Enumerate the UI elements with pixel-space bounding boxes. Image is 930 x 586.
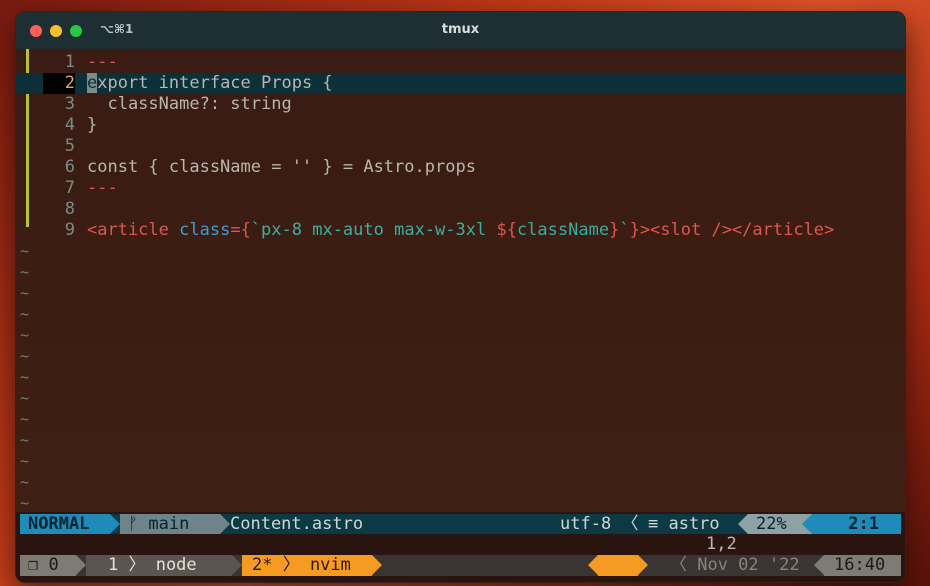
code-token: className?: string bbox=[87, 94, 292, 114]
line-number: 7 bbox=[64, 178, 75, 198]
title-bar: ⌥⌘1 tmux bbox=[16, 12, 905, 49]
mode-separator bbox=[110, 514, 120, 534]
code-line[interactable]: 9 <article class={`px-8 mx-auto max-w-3xl… bbox=[16, 220, 905, 241]
prefix-indicator-left bbox=[588, 555, 598, 575]
empty-line-tilde: ~ bbox=[20, 473, 30, 491]
line-number: 5 bbox=[64, 136, 75, 156]
file-name: Content.astro bbox=[230, 514, 364, 534]
line-text: export interface Props { bbox=[87, 73, 333, 94]
position-separator bbox=[802, 514, 812, 534]
code-token: } bbox=[629, 220, 640, 240]
window1-separator bbox=[232, 555, 242, 575]
line-text: const { className = '' } = Astro.props bbox=[87, 157, 476, 178]
code-token: `px-8 mx-auto max-w-3xl bbox=[250, 220, 497, 240]
code-token: const { className = '' } = Astro.props bbox=[87, 157, 476, 177]
code-token: --- bbox=[87, 52, 118, 72]
branch-separator bbox=[220, 514, 230, 534]
empty-line-tilde: ~ bbox=[20, 389, 30, 407]
editor-buffer[interactable]: 1 --- 2 export interface Props {3 className… bbox=[16, 49, 905, 512]
empty-line-tilde: ~ bbox=[20, 410, 30, 428]
text-cursor: e bbox=[87, 73, 98, 93]
line-number: 3 bbox=[64, 94, 75, 114]
window-title: tmux bbox=[441, 22, 480, 37]
tmux-window-node[interactable]: 1 〉 node bbox=[86, 555, 232, 576]
session-separator bbox=[76, 555, 86, 575]
empty-line-tilde: ~ bbox=[20, 452, 30, 470]
file-type: ≡ astro bbox=[648, 514, 720, 534]
tmux-time: 16:40 bbox=[824, 555, 901, 576]
code-line[interactable]: 6 const { className = '' } = Astro.props bbox=[16, 157, 905, 178]
code-line[interactable]: 1 --- bbox=[16, 52, 905, 73]
tmux-status-bar: ❐ 0 1 〉 node 2* 〉 nvim 〈 Nov 02 '22 〈 16… bbox=[20, 555, 901, 576]
empty-line-tilde: ~ bbox=[20, 242, 30, 260]
empty-line-tilde: ~ bbox=[20, 431, 30, 449]
line-number: 2 bbox=[43, 73, 75, 94]
line-number: 1 bbox=[64, 52, 75, 72]
line-number: 9 bbox=[64, 220, 75, 240]
vim-statusline: NORMAL ᚠ main Content.astro utf-8 〈 ≡ as… bbox=[20, 514, 901, 534]
code-token: } bbox=[87, 115, 98, 135]
empty-line-tilde: ~ bbox=[20, 263, 30, 281]
code-token: = bbox=[230, 220, 241, 240]
git-branch: ᚠ main bbox=[120, 514, 220, 534]
empty-line-tilde: ~ bbox=[20, 494, 30, 512]
code-token: className bbox=[516, 220, 610, 240]
empty-line-tilde: ~ bbox=[20, 347, 30, 365]
code-line[interactable]: 5 bbox=[16, 136, 905, 157]
code-token: xport interface Props { bbox=[97, 73, 333, 93]
line-text: } bbox=[87, 115, 97, 136]
code-line[interactable]: 7 --- bbox=[16, 178, 905, 199]
code-token: ><slot /></article> bbox=[639, 220, 835, 240]
tmux-date: 〈 Nov 02 '22 〈 bbox=[670, 555, 827, 575]
code-token: class bbox=[179, 220, 231, 240]
line-text: --- bbox=[87, 178, 118, 199]
time-separator bbox=[814, 555, 824, 575]
empty-line-tilde: ~ bbox=[20, 305, 30, 323]
tmux-window-nvim[interactable]: 2* 〉 nvim bbox=[242, 555, 372, 576]
file-encoding: utf-8 〈 bbox=[560, 514, 639, 534]
code-token: <article bbox=[87, 220, 180, 240]
empty-line-tilde: ~ bbox=[20, 284, 30, 302]
window2-separator bbox=[372, 555, 382, 575]
line-text: className?: string bbox=[87, 94, 292, 115]
code-line[interactable]: 2 export interface Props { bbox=[16, 73, 905, 94]
percent-separator bbox=[738, 514, 748, 534]
line-text: --- bbox=[87, 52, 118, 73]
command-line[interactable]: 1,2 bbox=[20, 534, 901, 555]
empty-line-tilde: ~ bbox=[20, 326, 30, 344]
code-token: } bbox=[609, 220, 620, 240]
ruler: 1,2 bbox=[706, 534, 737, 554]
code-line[interactable]: 4} bbox=[16, 115, 905, 136]
code-token: --- bbox=[87, 178, 118, 198]
tmux-session[interactable]: ❐ 0 bbox=[20, 555, 76, 576]
prefix-indicator-right bbox=[638, 555, 648, 575]
prefix-indicator bbox=[598, 555, 638, 576]
code-token: ` bbox=[619, 220, 630, 240]
cursor-position: 2:1 bbox=[812, 514, 901, 534]
code-token: { bbox=[240, 220, 251, 240]
line-number: 4 bbox=[64, 115, 75, 135]
line-text: <article class={`px-8 mx-auto max-w-3xl … bbox=[87, 220, 834, 241]
terminal-window: ⌥⌘1 tmux 1 --- 2 export interface Props {3 … bbox=[15, 11, 906, 583]
line-number: 8 bbox=[64, 199, 75, 219]
line-number: 6 bbox=[64, 157, 75, 177]
mode-indicator: NORMAL bbox=[20, 514, 110, 534]
empty-line-tilde: ~ bbox=[20, 368, 30, 386]
code-token: ${ bbox=[496, 220, 517, 240]
code-line[interactable]: 3 className?: string bbox=[16, 94, 905, 115]
code-line[interactable]: 8 bbox=[16, 199, 905, 220]
